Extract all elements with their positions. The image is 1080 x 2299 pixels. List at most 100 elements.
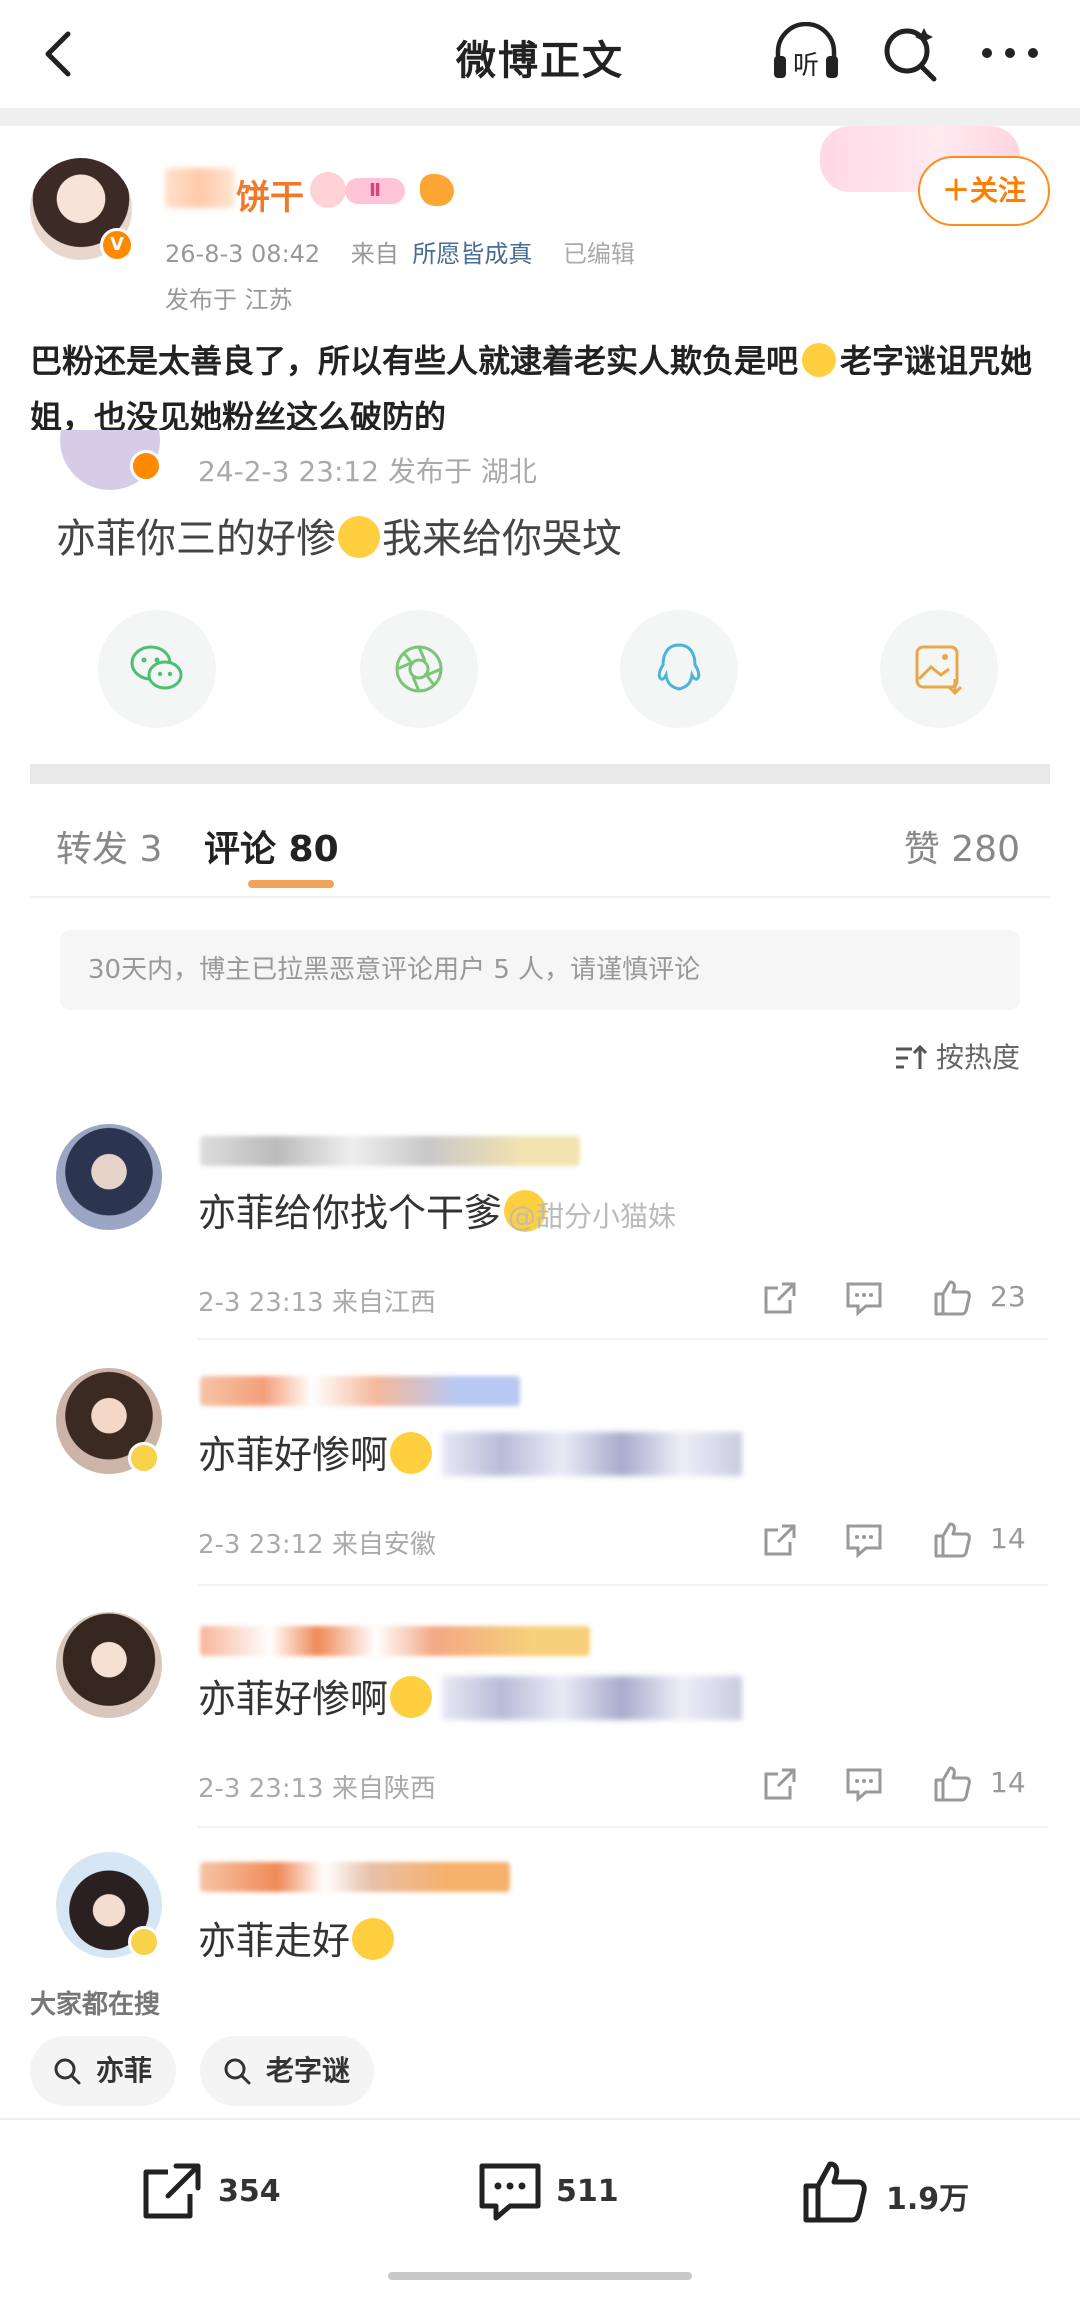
follow-button[interactable]: ＋关注: [918, 156, 1050, 226]
trending-keyword: 亦菲: [96, 2054, 153, 2087]
commenter-avatar[interactable]: [56, 1612, 162, 1718]
comment-body: 亦菲好惨啊: [198, 1433, 389, 1477]
sort-by-hot[interactable]: 按热度: [894, 1036, 1020, 1076]
listen-icon[interactable]: 听: [770, 21, 842, 84]
comment-item: 亦菲好惨啊 2-3 23:13 来自陕西 14: [0, 1606, 1080, 1828]
cry-emoji-icon: [390, 1432, 433, 1474]
from-label: 来自: [350, 240, 399, 268]
trending-chip[interactable]: 亦菲: [30, 2036, 177, 2106]
like-icon[interactable]: [932, 1520, 974, 1560]
more-options-icon[interactable]: [975, 28, 1045, 78]
active-tab-indicator: [248, 880, 334, 888]
reply-icon[interactable]: [844, 1278, 884, 1318]
share-row: [30, 610, 1050, 730]
blurred-content: [442, 1432, 743, 1476]
block-notice: 30天内，博主已拉黑恶意评论用户 5 人，请谨慎评论: [60, 930, 1020, 1010]
fan-badge-icon: [420, 174, 454, 206]
edited-label[interactable]: 已编辑: [563, 240, 635, 268]
commenter-avatar[interactable]: [56, 1124, 162, 1230]
comment-item: 亦菲走好: [0, 1850, 1080, 1970]
comment-count: 511: [556, 2174, 619, 2209]
like-button[interactable]: 1.9万: [800, 2158, 1000, 2228]
reply-icon[interactable]: [844, 1764, 884, 1804]
tabs-divider: [30, 896, 1050, 898]
embed-text: 亦菲你三的好惨 我来给你哭坟: [56, 506, 622, 564]
repost-icon[interactable]: [760, 1764, 800, 1804]
home-indicator[interactable]: [388, 2272, 692, 2280]
blurred-content: [442, 1676, 743, 1720]
like-icon[interactable]: [932, 1278, 974, 1318]
trending-keyword: 老字谜: [266, 2054, 351, 2087]
sort-label: 按热度: [935, 1041, 1020, 1074]
comment-button[interactable]: 511: [476, 2158, 656, 2228]
cry-emoji-icon: [352, 1918, 395, 1960]
comment-divider: [198, 1338, 1048, 1340]
share-icon: [143, 2163, 201, 2219]
thumbs-up-icon: [803, 2161, 867, 2223]
comment-icon: [479, 2163, 541, 2221]
comment-meta: 2-3 23:13 来自陕西: [198, 1774, 436, 1804]
comment-actions: 23: [760, 1278, 1060, 1322]
repost-button[interactable]: 354: [138, 2158, 318, 2228]
comment-text: 亦菲走好: [198, 1910, 396, 1965]
comment-body: 亦菲给你找个干爹: [198, 1191, 503, 1235]
comment-meta: 2-3 23:13 来自江西: [198, 1288, 436, 1318]
repost-count: 354: [218, 2174, 281, 2209]
comment-body: 亦菲走好: [198, 1919, 351, 1963]
tab-reposts[interactable]: 转发 3: [56, 820, 162, 872]
reply-icon[interactable]: [844, 1520, 884, 1560]
like-icon[interactable]: [932, 1764, 974, 1804]
commenter-name-blurred[interactable]: [200, 1376, 520, 1406]
level-badge: Ⅱ: [345, 178, 405, 204]
commenter-name-blurred[interactable]: [200, 1626, 590, 1656]
embed-divider: [30, 764, 1050, 784]
commenter-name-blurred[interactable]: [200, 1136, 580, 1166]
interaction-tabs: 转发 3 评论 80 赞 280: [0, 800, 1080, 900]
save-image-icon[interactable]: [880, 610, 998, 728]
search-icon: [224, 2058, 251, 2085]
verified-badge: V: [100, 228, 134, 262]
comment-divider: [198, 1826, 1048, 1828]
post-text: 巴粉还是太善良了，所以有些人就逮着老实人欺负是吧 老字谜诅咒她姐，也没见她粉丝这么…: [30, 333, 1050, 445]
search-icon: [54, 2058, 81, 2085]
repost-icon[interactable]: [760, 1520, 800, 1560]
comment-item: 亦菲好惨啊 2-3 23:12 来自安徽 14: [0, 1362, 1080, 1586]
header-divider: [0, 108, 1080, 126]
like-count: 14: [990, 1766, 1026, 1799]
post-time: 26-8-3 08:42: [165, 240, 321, 268]
repost-icon[interactable]: [760, 1278, 800, 1318]
wechat-icon[interactable]: [98, 610, 216, 728]
tab-likes[interactable]: 赞 280: [904, 820, 1020, 872]
comment-text: 亦菲好惨啊: [198, 1424, 743, 1479]
like-count: 1.9万: [886, 2182, 970, 2217]
embedded-screenshot[interactable]: 24-2-3 23:12 发布于 湖北 亦菲你三的好惨 我来给你哭坟: [30, 430, 1050, 790]
comment-item: 亦菲给你找个干爹 @甜分小猫妹 2-3 23:13 来自江西 23: [0, 1120, 1080, 1340]
listen-text: 听: [793, 51, 819, 81]
commenter-name-blurred[interactable]: [200, 1862, 510, 1892]
like-count: 14: [990, 1522, 1026, 1555]
like-count: 23: [990, 1280, 1026, 1313]
comment-text: 亦菲给你找个干爹 @甜分小猫妹: [198, 1182, 676, 1237]
embed-meta: 24-2-3 23:12 发布于 湖北: [198, 455, 537, 488]
tab-comments[interactable]: 评论 80: [204, 820, 339, 872]
post-source[interactable]: 所愿皆成真: [412, 240, 532, 268]
trending-chip[interactable]: 老字谜: [200, 2036, 375, 2106]
top-nav-bar: 微博正文 听: [0, 0, 1080, 110]
qq-icon[interactable]: [620, 610, 738, 728]
post-meta: 26-8-3 08:42 来自 所愿皆成真 已编辑: [165, 234, 635, 269]
sort-icon: [895, 1044, 928, 1069]
search-icon[interactable]: [880, 22, 940, 84]
comment-actions: 14: [760, 1764, 1060, 1808]
verified-badge: [128, 1926, 160, 1958]
comment-actions: 14: [760, 1520, 1060, 1564]
cry-emoji-icon: [390, 1676, 433, 1718]
embed-text-before: 亦菲你三的好惨: [56, 516, 336, 562]
trending-title: 大家都在搜: [30, 1990, 161, 2020]
comment-divider: [198, 1584, 1048, 1586]
author-name[interactable]: 饼干: [236, 170, 304, 219]
comment-body: 亦菲好惨啊: [198, 1677, 389, 1721]
moments-icon[interactable]: [360, 610, 478, 728]
cry-emoji-icon: [338, 516, 380, 558]
post-location: 发布于 江苏: [165, 286, 293, 314]
embed-verified-badge: [130, 450, 162, 482]
